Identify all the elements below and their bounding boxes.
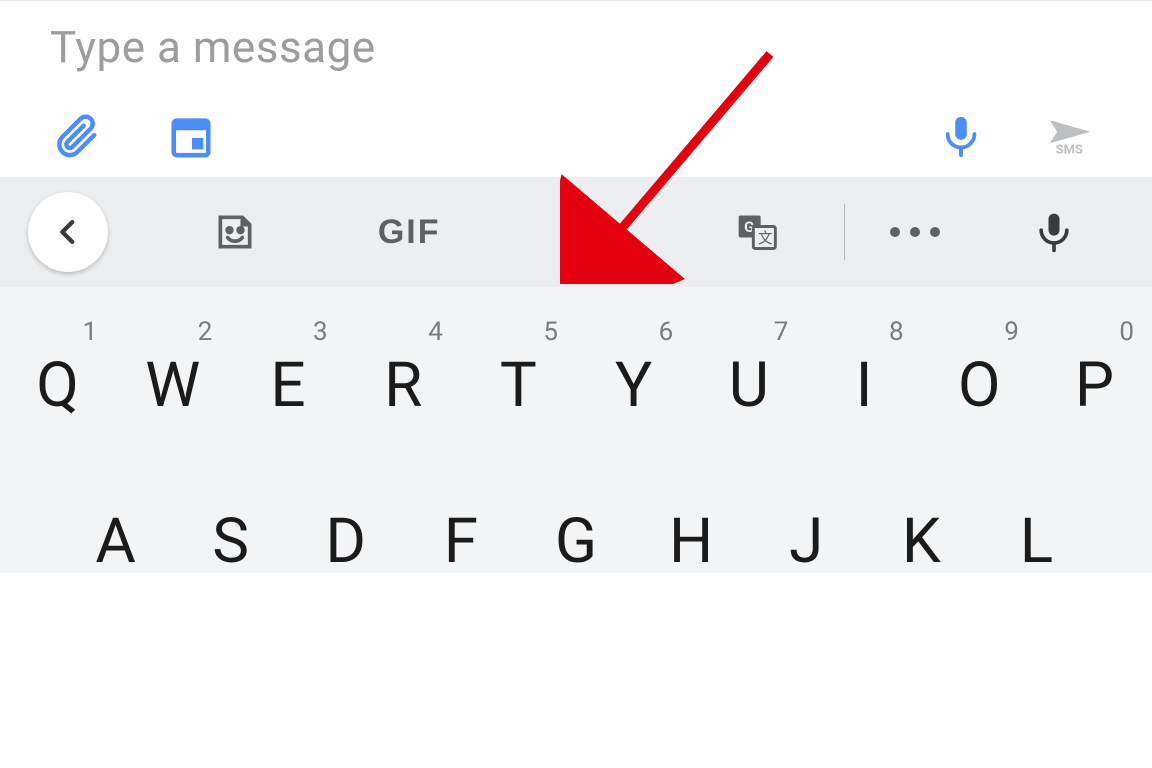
keyboard-row-2: ASDFGHJKL <box>0 473 1152 573</box>
key-k[interactable]: K <box>864 473 979 573</box>
key-t[interactable]: T5 <box>461 317 576 417</box>
key-p[interactable]: P0 <box>1037 317 1152 417</box>
key-hint: 5 <box>543 317 558 347</box>
key-label: H <box>669 511 713 573</box>
compose-area: Type a message <box>0 0 1152 177</box>
key-e[interactable]: E3 <box>230 317 345 417</box>
key-label: S <box>212 511 249 573</box>
key-label: K <box>902 511 941 573</box>
more-button[interactable] <box>845 177 984 287</box>
key-label: G <box>555 511 597 573</box>
key-f[interactable]: F <box>403 473 518 573</box>
key-d[interactable]: D <box>288 473 403 573</box>
key-hint: 4 <box>428 317 443 347</box>
key-hint: 8 <box>889 317 904 347</box>
key-label: L <box>1020 511 1053 573</box>
key-u[interactable]: U7 <box>691 317 806 417</box>
key-label: W <box>145 355 200 417</box>
key-l[interactable]: L <box>979 473 1094 573</box>
message-input[interactable]: Type a message <box>50 21 1152 73</box>
key-hint: 6 <box>659 317 674 347</box>
key-r[interactable]: R4 <box>346 317 461 417</box>
key-w[interactable]: W2 <box>115 317 230 417</box>
settings-button[interactable] <box>496 177 670 287</box>
key-label: R <box>384 355 422 417</box>
key-j[interactable]: J <box>749 473 864 573</box>
key-hint: 2 <box>198 317 213 347</box>
key-label: O <box>958 355 1001 417</box>
key-label: A <box>95 511 135 573</box>
translate-button[interactable]: G文 <box>670 177 844 287</box>
key-label: U <box>729 355 769 417</box>
key-a[interactable]: A <box>58 473 173 573</box>
key-label: T <box>500 355 537 417</box>
keyboard-toolbar: GIF G文 <box>0 177 1152 287</box>
key-label: I <box>856 355 873 417</box>
key-label: E <box>270 355 305 417</box>
key-label: J <box>789 511 823 573</box>
sticker-button[interactable] <box>148 177 322 287</box>
key-hint: 9 <box>1004 317 1019 347</box>
attach-icon[interactable] <box>50 109 104 163</box>
voice-input-button[interactable] <box>985 177 1124 287</box>
key-o[interactable]: O9 <box>922 317 1037 417</box>
key-g[interactable]: G <box>518 473 633 573</box>
keyboard-row-1: Q1W2E3R4T5Y6U7I8O9P0 <box>0 317 1152 417</box>
collapse-button[interactable] <box>28 192 108 272</box>
mic-icon[interactable] <box>934 109 988 163</box>
key-s[interactable]: S <box>173 473 288 573</box>
send-sms-button[interactable]: SMS <box>1034 109 1106 163</box>
compose-icon-row: SMS <box>50 109 1152 163</box>
key-q[interactable]: Q1 <box>0 317 115 417</box>
key-label: Q <box>36 355 79 417</box>
key-hint: 0 <box>1119 317 1134 347</box>
key-hint: 7 <box>774 317 789 347</box>
key-i[interactable]: I8 <box>806 317 921 417</box>
key-label: D <box>325 511 366 573</box>
gif-button[interactable]: GIF <box>322 177 496 287</box>
svg-text:文: 文 <box>758 229 773 247</box>
keyboard: Q1W2E3R4T5Y6U7I8O9P0 ASDFGHJKL <box>0 287 1152 573</box>
key-hint: 3 <box>313 317 328 347</box>
svg-text:SMS: SMS <box>1056 142 1083 157</box>
key-y[interactable]: Y6 <box>576 317 691 417</box>
key-label: Y <box>615 355 652 417</box>
key-h[interactable]: H <box>634 473 749 573</box>
key-hint: 1 <box>83 317 98 347</box>
key-label: P <box>1075 355 1114 417</box>
key-label: F <box>444 511 478 573</box>
calendar-icon[interactable] <box>164 109 218 163</box>
